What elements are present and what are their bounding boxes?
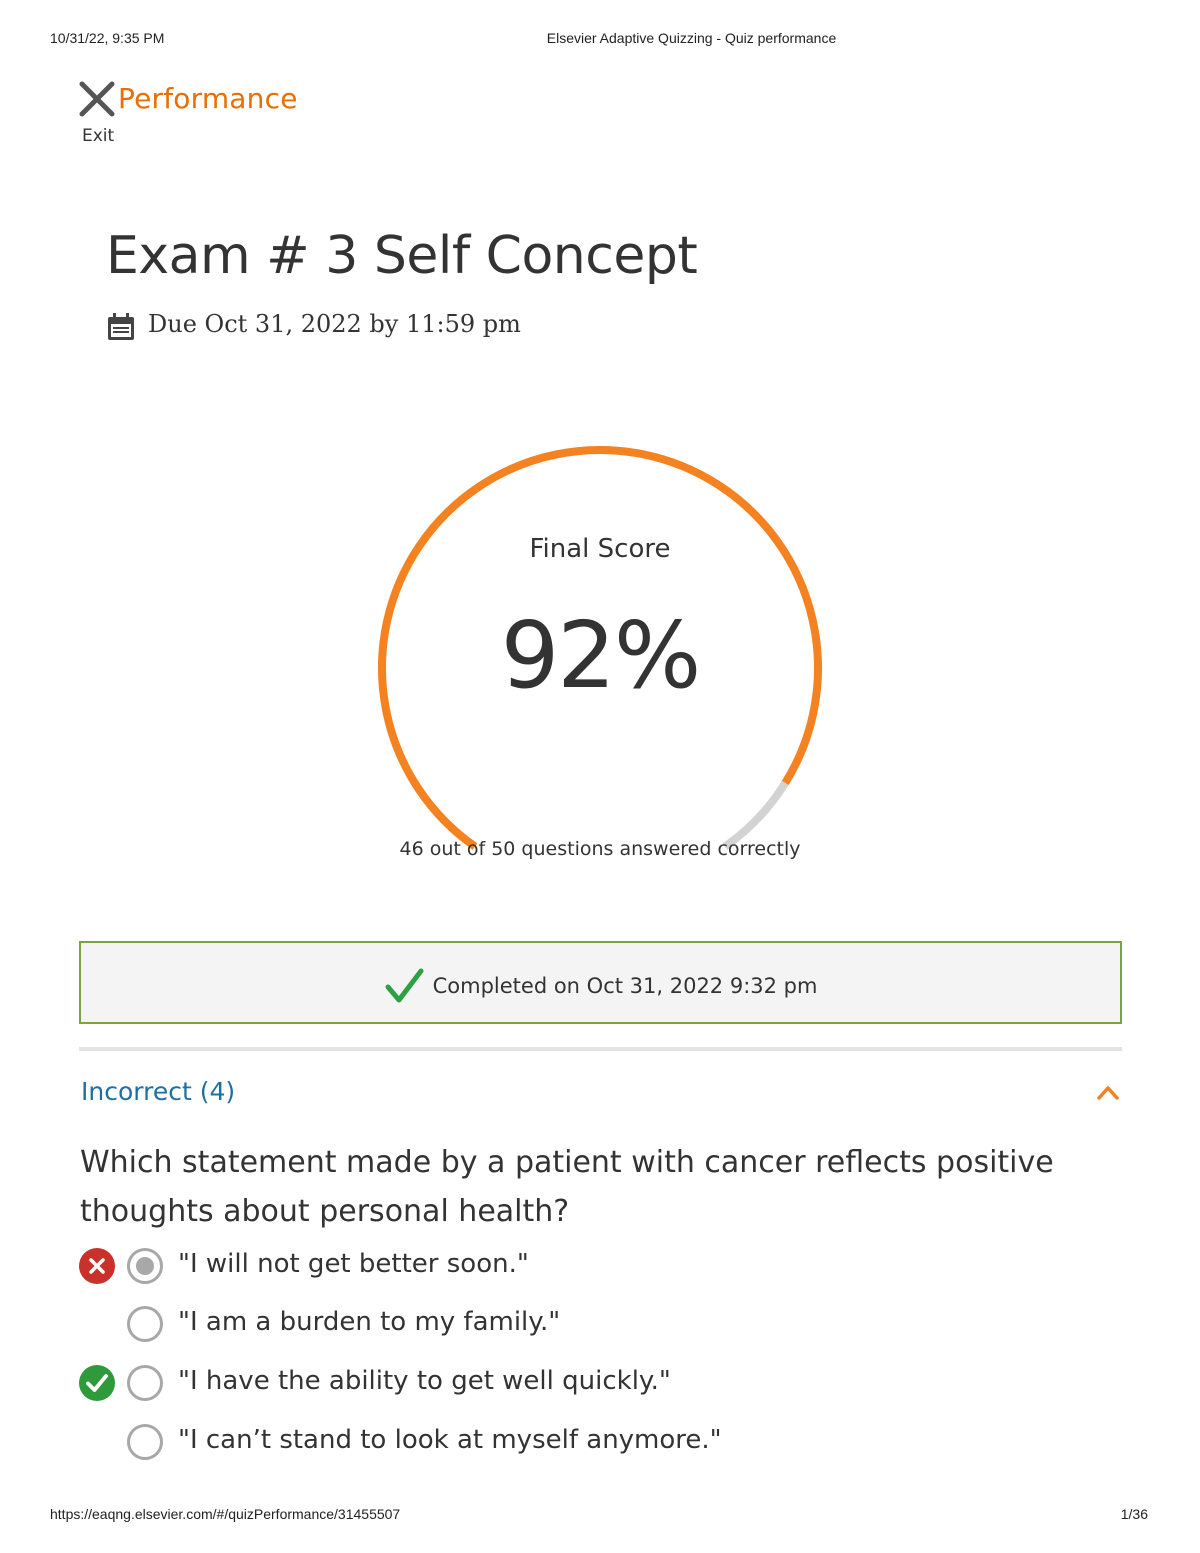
correct-answer-icon <box>79 1365 115 1401</box>
score-caption: 46 out of 50 questions answered correctl… <box>399 838 801 860</box>
answer-text: "I will not get better soon." <box>178 1249 529 1279</box>
print-header: 10/31/22, 9:35 PM Elsevier Adaptive Quiz… <box>0 30 1200 50</box>
answer-text: "I have the ability to get well quickly.… <box>178 1366 671 1396</box>
page-url: https://eaqng.elsevier.com/#/quizPerform… <box>50 1506 401 1522</box>
answer-text: "I am a burden to my family." <box>178 1307 561 1337</box>
performance-title: Performance <box>118 82 298 115</box>
answer-option: "I have the ability to get well quickly.… <box>78 1364 978 1408</box>
exit-header: Performance Exit <box>78 78 338 153</box>
page-title: Exam # 3 Self Concept <box>106 226 698 286</box>
calendar-icon <box>108 313 134 340</box>
radio-selected-icon[interactable] <box>126 1247 164 1285</box>
completed-content: Completed on Oct 31, 2022 9:32 pm <box>81 967 1120 1003</box>
due-date: Due Oct 31, 2022 by 11:59 pm <box>148 310 521 338</box>
checkmark-icon <box>385 968 424 1003</box>
exit-link[interactable]: Exit <box>82 126 114 146</box>
print-footer: https://eaqng.elsevier.com/#/quizPerform… <box>0 1506 1200 1526</box>
question-text: Which statement made by a patient with c… <box>80 1145 1054 1229</box>
radio-unselected-icon[interactable] <box>126 1423 164 1461</box>
answer-option: "I am a burden to my family." <box>78 1305 978 1349</box>
wrong-answer-icon <box>79 1248 115 1284</box>
radio-unselected-icon[interactable] <box>126 1364 164 1402</box>
section-divider <box>79 1047 1122 1051</box>
final-score-value: 92% <box>500 602 701 709</box>
page-number: 1/36 <box>1120 1506 1148 1522</box>
incorrect-count-label[interactable]: Incorrect (4) <box>81 1077 235 1106</box>
print-page-title: Elsevier Adaptive Quizzing - Quiz perfor… <box>546 30 837 46</box>
incorrect-section-toggle[interactable]: Incorrect (4) <box>79 1075 1122 1115</box>
chevron-up-icon[interactable] <box>1096 1083 1120 1101</box>
final-score-gauge: Final Score 92% 46 out of 50 questions a… <box>350 430 850 890</box>
completed-date: Completed on Oct 31, 2022 9:32 pm <box>432 974 818 998</box>
answer-option: "I can’t stand to look at myself anymore… <box>78 1423 978 1467</box>
answer-text: "I can’t stand to look at myself anymore… <box>178 1425 722 1455</box>
completed-banner: Completed on Oct 31, 2022 9:32 pm <box>79 941 1122 1024</box>
radio-unselected-icon[interactable] <box>126 1305 164 1343</box>
close-x-icon[interactable] <box>78 80 116 118</box>
answer-option: "I will not get better soon." <box>78 1247 978 1291</box>
final-score-label: Final Score <box>529 534 671 564</box>
